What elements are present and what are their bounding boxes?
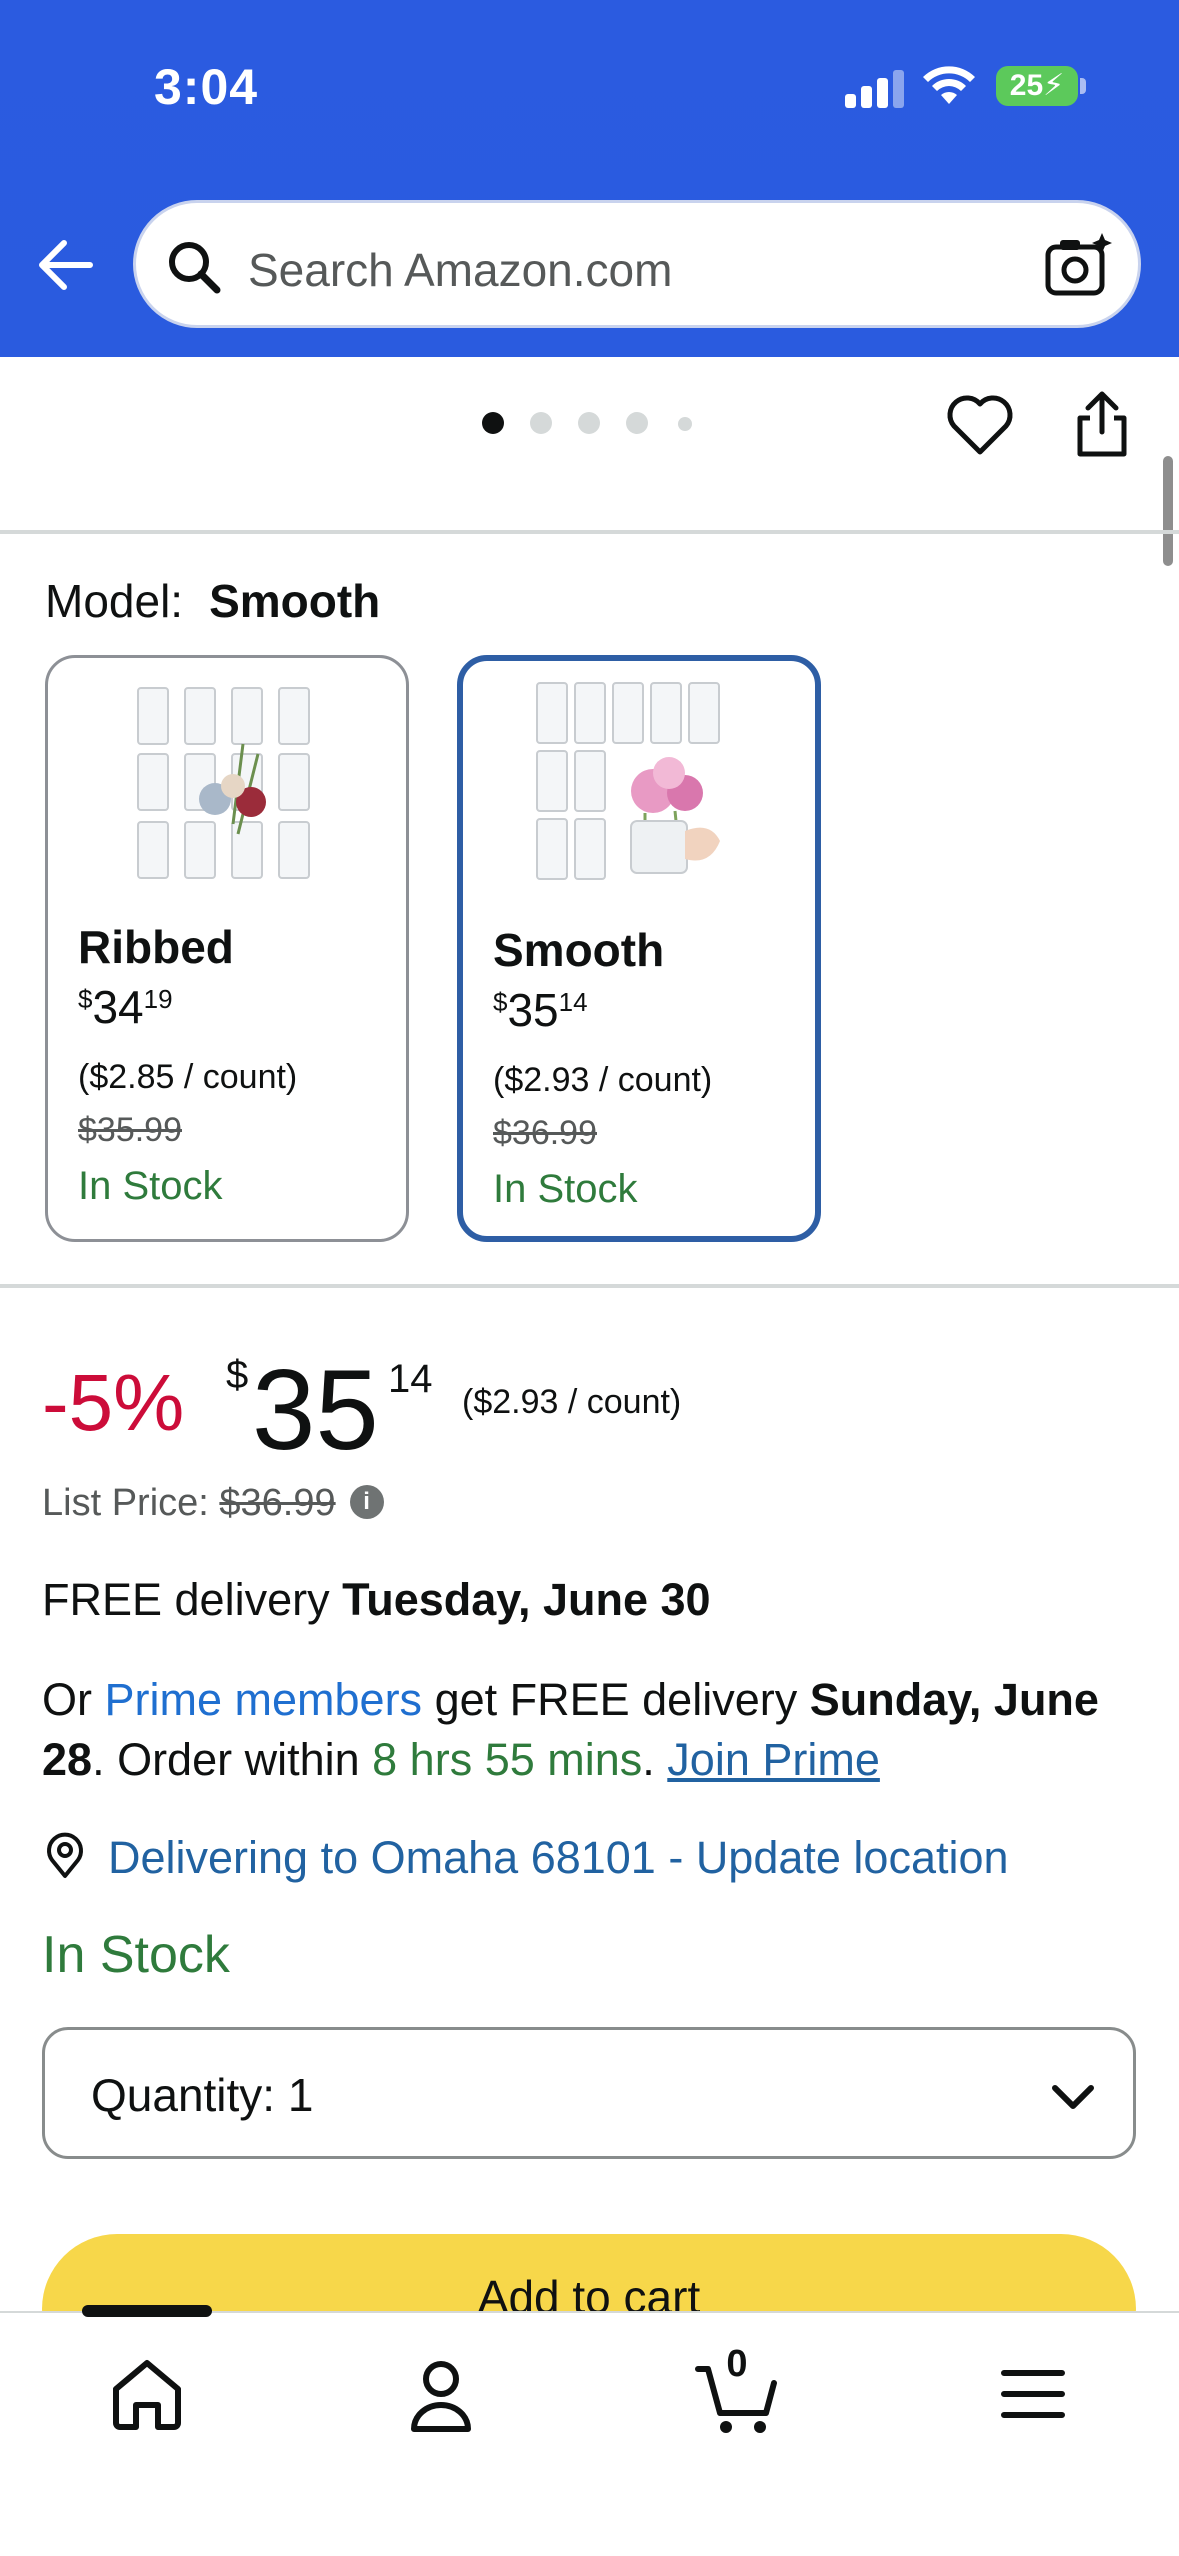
battery-icon: 25⚡ <box>996 66 1078 106</box>
model-option-ribbed[interactable]: Ribbed $3419 ($2.85 / count) $35.99 In S… <box>45 655 409 1242</box>
scrollbar[interactable] <box>1163 456 1173 566</box>
price-unit: ($2.93 / count) <box>462 1383 682 1421</box>
quantity-label-text: Quantity: <box>91 2069 276 2121</box>
join-prime-link[interactable]: Join Prime <box>667 1734 880 1785</box>
back-arrow-icon[interactable] <box>30 230 100 300</box>
bottom-tab-bar: 0 <box>0 2305 1179 2556</box>
product-thumbnail-smooth <box>536 682 720 880</box>
option-stock-status: In Stock <box>78 1164 223 1208</box>
menu-icon[interactable] <box>988 2349 1078 2439</box>
app-header: 3:04 25⚡ Search Amazon.com <box>0 0 1179 357</box>
free-delivery-date: Tuesday, June 30 <box>342 1574 711 1625</box>
option-price-fraction: 19 <box>143 984 173 1014</box>
list-price-value: $36.99 <box>219 1482 336 1524</box>
share-icon[interactable] <box>1070 388 1134 460</box>
list-price-label: List Price: <box>42 1482 209 1524</box>
option-name: Ribbed <box>78 921 234 973</box>
option-price-whole: 35 <box>507 984 559 1036</box>
stock-status: In Stock <box>42 1926 230 1984</box>
carousel-dot-small[interactable] <box>678 417 692 431</box>
list-price-row: List Price: $36.99 i <box>42 1482 384 1525</box>
option-price: $3514 <box>493 983 588 1037</box>
search-placeholder: Search Amazon.com <box>248 244 673 296</box>
price-fraction: 14 <box>388 1357 433 1401</box>
section-divider <box>0 530 1179 534</box>
product-thumbnail-ribbed <box>137 687 310 879</box>
quantity-dropdown[interactable]: Quantity: 1 <box>42 2027 1136 2159</box>
quantity-value: 1 <box>287 2069 314 2121</box>
prime-members-link[interactable]: Prime members <box>105 1674 423 1725</box>
price-currency: $ <box>226 1353 249 1397</box>
option-unit-price: ($2.93 / count) <box>493 1061 713 1099</box>
carousel-dot-active[interactable] <box>482 412 504 434</box>
discount-percent: -5% <box>42 1358 185 1447</box>
active-tab-indicator <box>82 2305 212 2317</box>
chevron-down-icon <box>1052 2085 1094 2109</box>
prime-mid-text: get FREE delivery <box>422 1674 810 1725</box>
order-countdown: 8 hrs 55 mins <box>372 1734 643 1785</box>
account-icon[interactable] <box>396 2349 486 2439</box>
section-divider <box>0 1284 1179 1288</box>
option-name: Smooth <box>493 924 665 976</box>
option-price: $3419 <box>78 980 173 1034</box>
search-input[interactable]: Search Amazon.com <box>133 200 1141 328</box>
option-price-fraction: 14 <box>558 987 588 1017</box>
model-selector-label: Model: Smooth <box>45 574 380 628</box>
carousel-dot[interactable] <box>530 412 552 434</box>
home-icon[interactable] <box>102 2349 192 2439</box>
carousel-dot[interactable] <box>626 412 648 434</box>
camera-lens-icon[interactable] <box>1042 229 1116 303</box>
price-whole: 35 <box>252 1347 379 1474</box>
prime-or: Or <box>42 1674 105 1725</box>
model-label: Model: <box>45 575 184 627</box>
option-currency: $ <box>493 987 508 1017</box>
option-stock-status: In Stock <box>493 1167 638 1211</box>
option-currency: $ <box>78 984 93 1014</box>
delivery-info: FREE delivery Tuesday, June 30 <box>42 1574 711 1626</box>
location-pin-icon <box>47 1832 83 1878</box>
option-list-price: $35.99 <box>78 1111 182 1149</box>
option-price-whole: 34 <box>92 981 144 1033</box>
info-icon[interactable]: i <box>349 1484 384 1519</box>
cart-count: 0 <box>726 2343 748 2385</box>
cellular-signal-icon <box>845 68 905 108</box>
model-selected-value: Smooth <box>209 575 381 627</box>
carousel-dot[interactable] <box>578 412 600 434</box>
free-delivery-label: FREE delivery <box>42 1574 343 1625</box>
heart-icon[interactable] <box>945 390 1015 460</box>
cart-tab[interactable]: 0 <box>692 2343 782 2439</box>
search-icon <box>169 242 221 294</box>
wifi-icon <box>923 66 975 104</box>
battery-level: 25 <box>1009 69 1044 102</box>
model-option-smooth[interactable]: Smooth $3514 ($2.93 / count) $36.99 In S… <box>457 655 821 1242</box>
quantity-label: Quantity: 1 <box>91 2068 313 2122</box>
option-list-price: $36.99 <box>493 1114 597 1152</box>
prime-delivery-info: Or Prime members get FREE delivery Sunda… <box>42 1670 1142 1790</box>
status-time: 3:04 <box>154 59 259 115</box>
order-within-label: . Order within <box>92 1734 373 1785</box>
battery-tip <box>1080 78 1086 94</box>
location-text: Delivering to Omaha 68101 - Update locat… <box>108 1832 1009 1883</box>
option-unit-price: ($2.85 / count) <box>78 1058 298 1096</box>
period: . <box>642 1734 668 1785</box>
